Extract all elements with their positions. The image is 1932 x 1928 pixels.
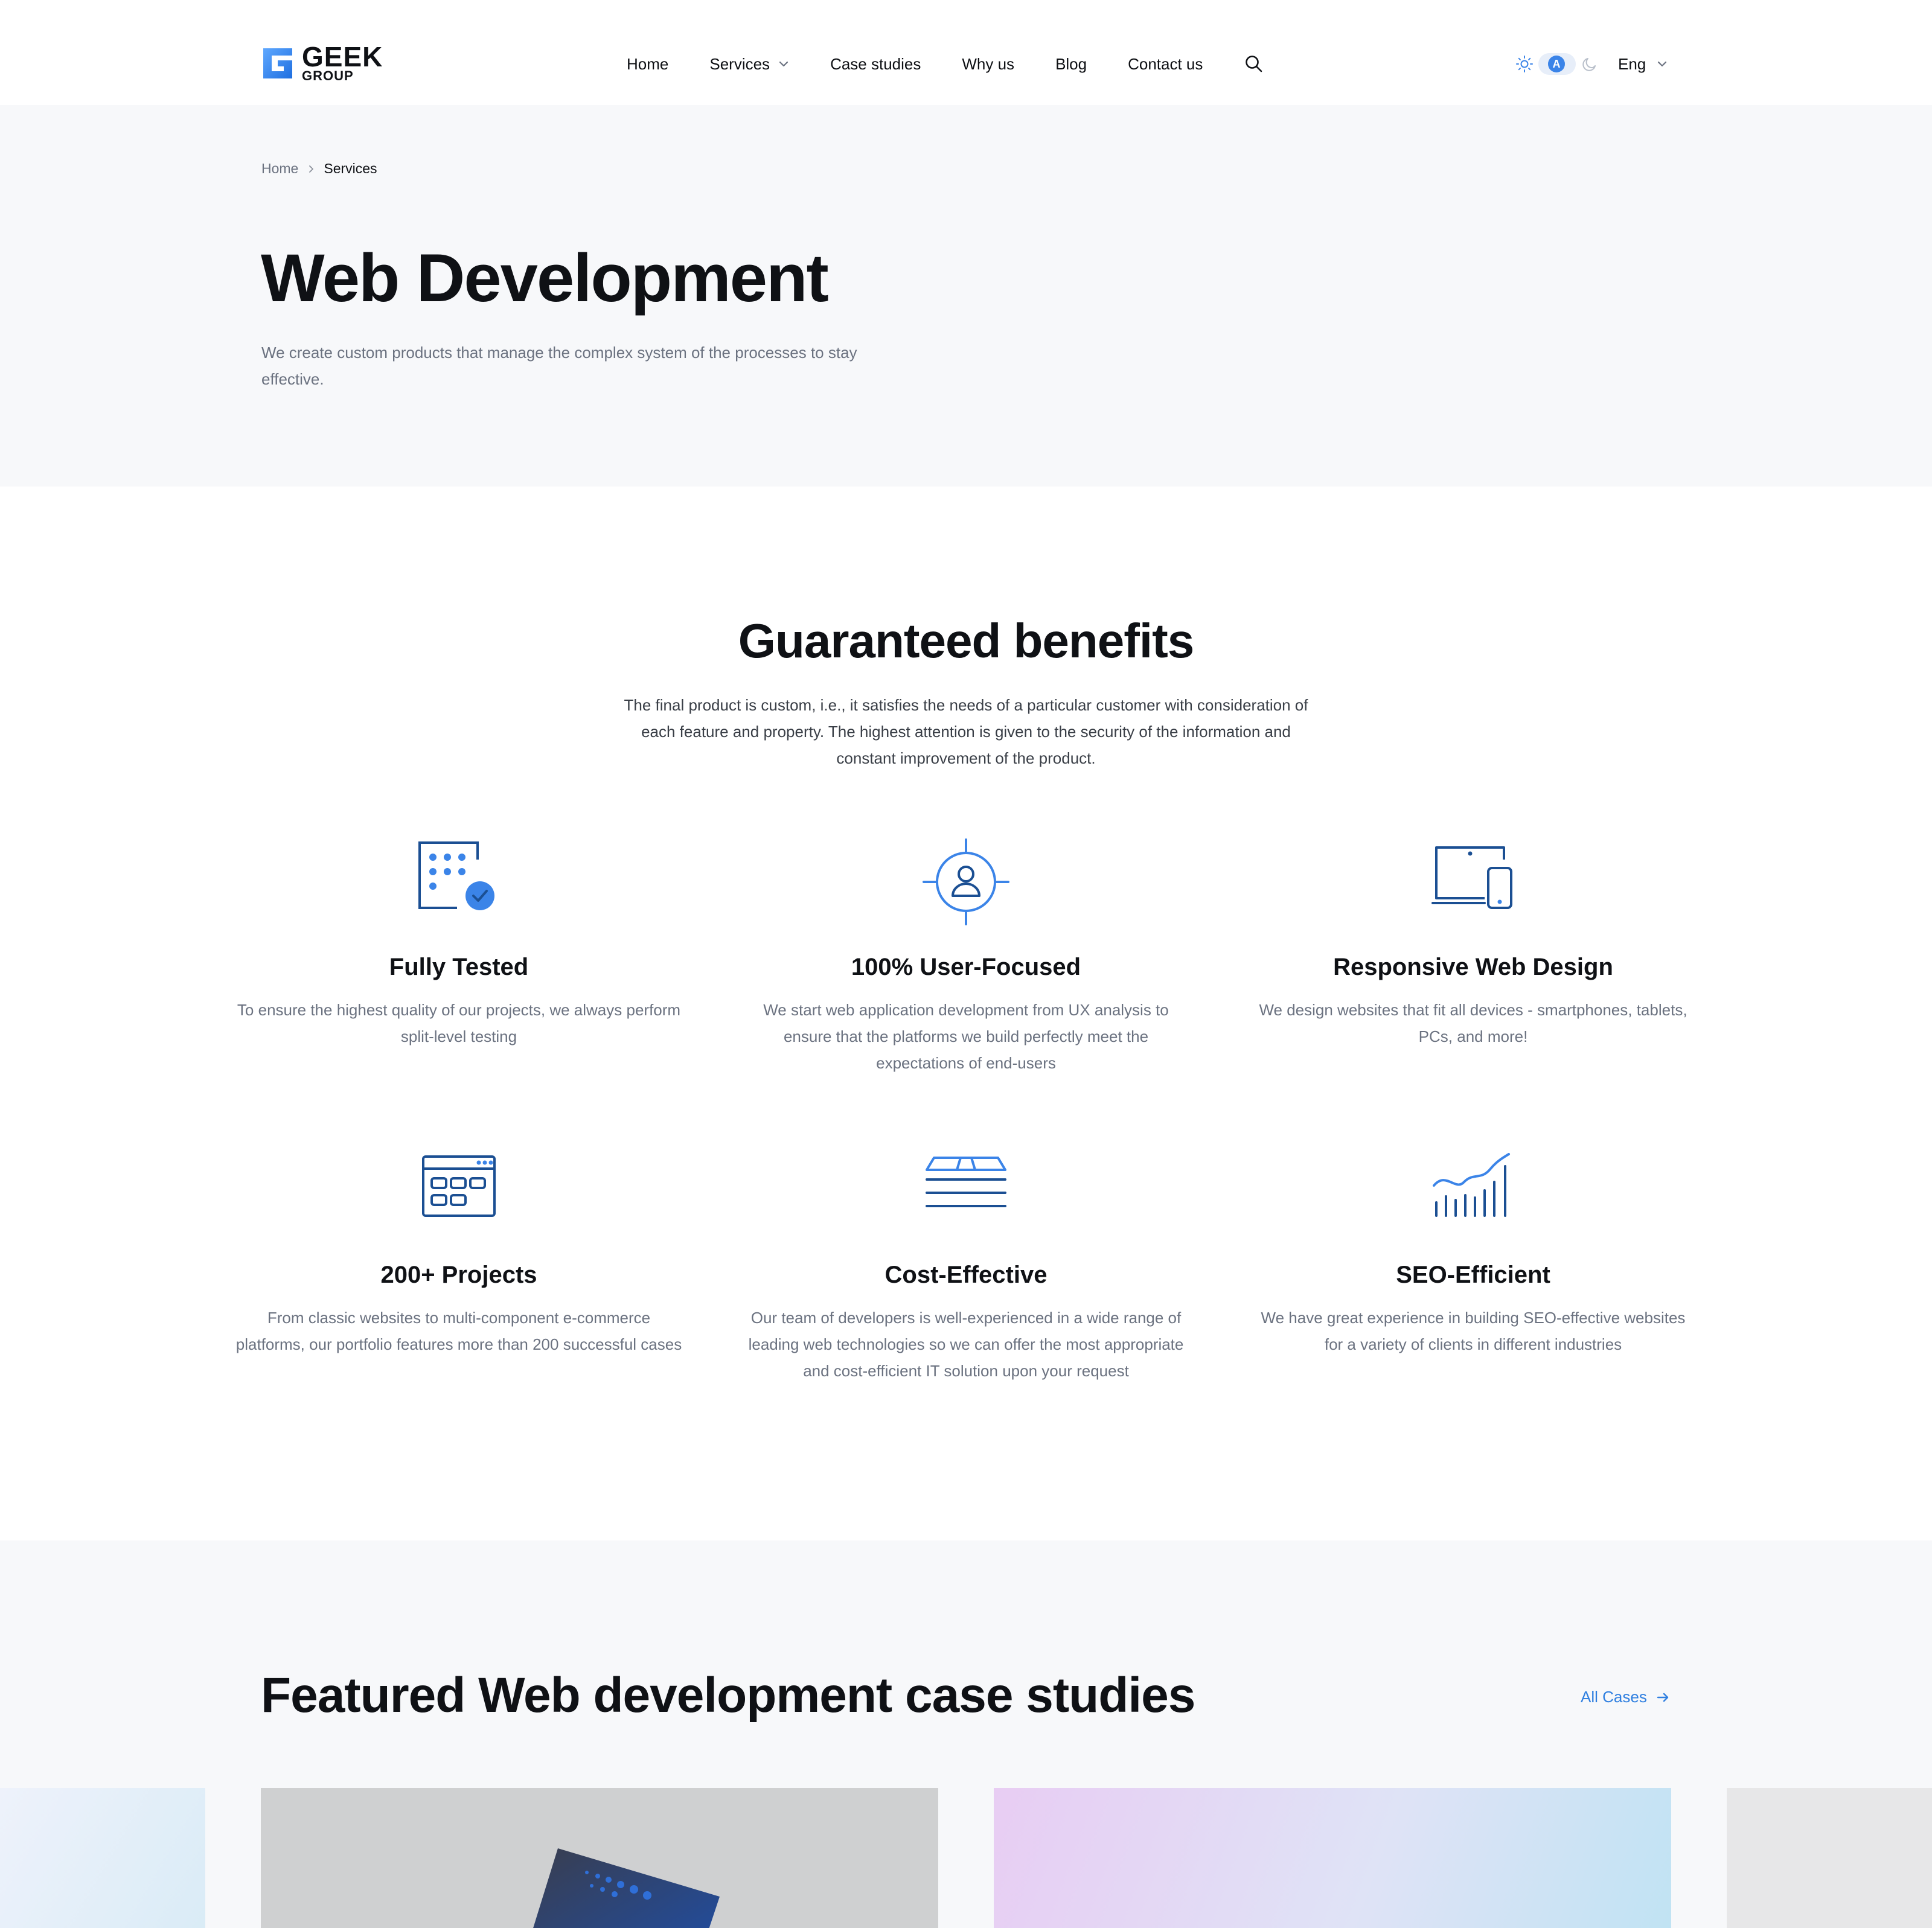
benefit-title: Responsive Web Design [1333, 954, 1613, 980]
benefit-card: SEO-Efficient We have great experience i… [1250, 1144, 1697, 1358]
case-card[interactable] [994, 1788, 1671, 1928]
benefit-title: 200+ Projects [380, 1262, 537, 1288]
user-target-icon [923, 838, 1009, 925]
benefit-title: Fully Tested [389, 954, 529, 980]
case-card-partial-right[interactable] [1727, 1788, 1932, 1928]
case-studies-title: Featured Web development case studies [261, 1668, 1195, 1723]
browser-grid-icon [422, 1155, 496, 1217]
moon-icon[interactable] [1582, 56, 1598, 72]
benefit-text: From classic websites to multi-component… [235, 1309, 682, 1353]
breadcrumb: Home Services [261, 161, 377, 177]
logo-g-icon [263, 48, 292, 78]
benefit-title: 100% User-Focused [851, 954, 1081, 980]
nav-why-us[interactable]: Why us [962, 55, 1014, 74]
hero-section: Home Services Web Development We create … [0, 105, 1932, 487]
benefit-card: Fully Tested To ensure the highest quali… [235, 837, 682, 1050]
chevron-down-icon [1658, 61, 1667, 67]
devices-icon [1431, 846, 1512, 909]
nav-blog[interactable]: Blog [1055, 55, 1087, 74]
benefit-card: 100% User-Focused We start web applicati… [743, 837, 1189, 1076]
benefit-title: SEO-Efficient [1396, 1262, 1550, 1288]
arrow-right-icon [1657, 1693, 1669, 1702]
breadcrumb-home[interactable]: Home [261, 161, 298, 177]
benefits-section: Guaranteed benefits The final product is… [0, 487, 1932, 1540]
benefit-text: We design websites that fit all devices … [1259, 1001, 1687, 1045]
nav-case-studies[interactable]: Case studies [830, 55, 921, 74]
nav-home[interactable]: Home [627, 55, 668, 74]
theme-auto-knob: A [1548, 56, 1565, 72]
benefit-card: Responsive Web Design We design websites… [1250, 837, 1697, 1050]
chevron-down-icon [779, 61, 788, 67]
benefits-subtitle: The final product is custom, i.e., it sa… [624, 696, 1308, 767]
stacked-layers-icon [926, 1157, 1006, 1207]
benefit-title: Cost-Effective [884, 1262, 1048, 1288]
site-header: GEEK GROUP Home Services Case studies Wh… [0, 0, 1932, 105]
case-studies-section: Featured Web development case studies Al… [0, 1540, 1932, 1928]
benefit-card: Cost-Effective Our team of developers is… [743, 1144, 1189, 1384]
sun-icon[interactable] [1515, 55, 1534, 73]
benefits-title: Guaranteed benefits [738, 614, 1195, 668]
language-label: Eng [1618, 54, 1646, 73]
main-nav: Home Services Case studies Why us Blog C… [627, 52, 1264, 76]
benefit-text: We start web application development fro… [763, 1001, 1169, 1072]
theme-auto-toggle[interactable]: A [1538, 53, 1576, 75]
nav-services[interactable]: Services [709, 55, 789, 74]
page-subtitle: We create custom products that manage th… [261, 343, 857, 388]
benefit-text: To ensure the highest quality of our pro… [237, 1001, 681, 1045]
calendar-check-icon [418, 841, 494, 910]
language-selector[interactable]: Eng [1618, 52, 1668, 76]
all-cases-label: All Cases [1581, 1688, 1647, 1706]
chevron-right-icon [309, 165, 314, 173]
benefit-text: Our team of developers is well-experienc… [748, 1309, 1184, 1380]
page-title: Web Development [261, 240, 829, 316]
breadcrumb-current: Services [324, 161, 377, 176]
case-card-partial-left[interactable] [0, 1788, 205, 1928]
growth-chart-icon [1433, 1153, 1510, 1217]
search-icon[interactable] [1244, 54, 1264, 74]
logo-word: GEEK [302, 41, 383, 72]
case-card-image [533, 1848, 720, 1928]
geek-group-logo[interactable]: GEEK GROUP [261, 41, 383, 83]
all-cases-link[interactable]: All Cases [1581, 1688, 1670, 1706]
case-card[interactable] [261, 1788, 938, 1928]
benefit-text: We have great experience in building SEO… [1261, 1309, 1686, 1353]
benefit-card: 200+ Projects From classic websites to m… [235, 1144, 682, 1358]
nav-contact-us[interactable]: Contact us [1128, 55, 1203, 74]
theme-switcher: A [1515, 52, 1598, 76]
